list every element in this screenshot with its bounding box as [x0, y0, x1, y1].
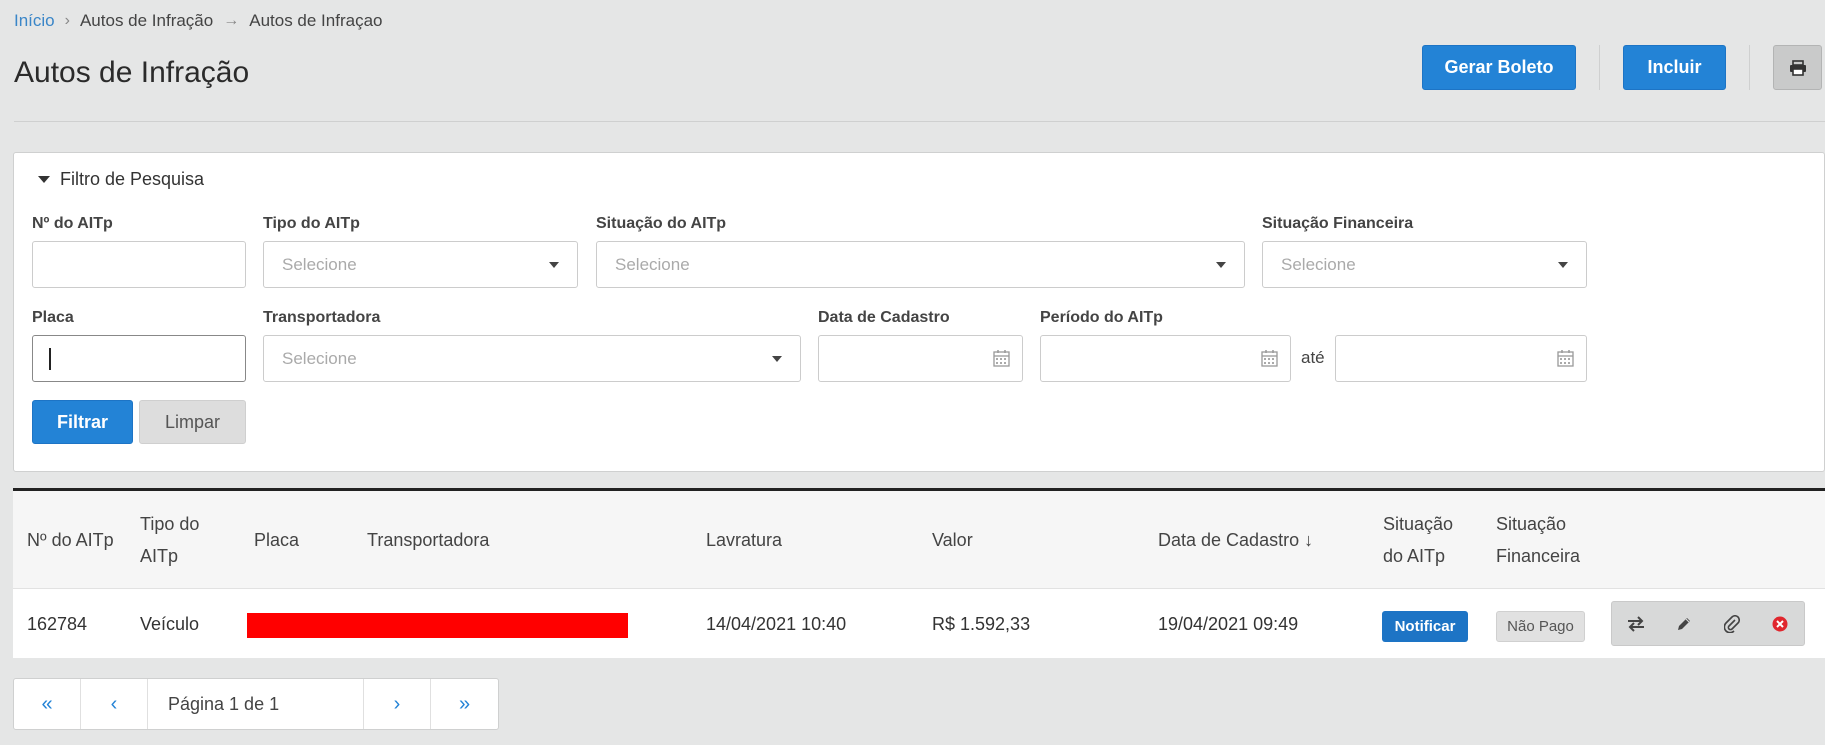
breadcrumb-level1: Autos de Infração [79, 11, 214, 30]
row-actions [1611, 601, 1805, 646]
pencil-icon [1678, 617, 1690, 630]
notificar-button[interactable]: Notificar [1382, 611, 1468, 642]
caret-down-icon [38, 176, 50, 183]
n-aitp-input[interactable] [32, 241, 246, 288]
breadcrumb-level2: Autos de Infraçao [249, 11, 383, 30]
status-badge: Não Pago [1496, 611, 1585, 642]
cell-lavratura: 14/04/2021 10:40 [706, 614, 847, 634]
prev-page-button[interactable]: ‹ [81, 679, 148, 729]
cell-data-cadastro: 19/04/2021 09:49 [1158, 614, 1299, 634]
tipo-aitp-label: Tipo do AITp [263, 215, 360, 232]
tipo-aitp-placeholder: Selecione [282, 254, 357, 274]
toolbar-divider [1749, 45, 1750, 90]
cell-n-aitp: 162784 [27, 614, 88, 634]
breadcrumb: Início › Autos de Infração → Autos de In… [14, 11, 383, 31]
last-page-button[interactable]: » [431, 679, 498, 729]
calendar-icon [1261, 350, 1278, 367]
col-situacao-line1[interactable]: Situação [1383, 508, 1453, 540]
situacao-aitp-placeholder: Selecione [615, 254, 690, 274]
col-placa[interactable]: Placa [254, 524, 299, 556]
arrow-right-icon: → [223, 12, 240, 29]
limpar-button[interactable]: Limpar [139, 400, 246, 444]
caret-down-icon [549, 262, 559, 268]
filter-title: Filtro de Pesquisa [60, 169, 205, 189]
calendar-icon [1557, 350, 1574, 367]
next-page-button[interactable]: › [364, 679, 431, 729]
data-cadastro-input[interactable] [818, 335, 1023, 382]
col-tipo-line1[interactable]: Tipo do [140, 508, 199, 540]
col-tipo-line2[interactable]: AITp [140, 540, 178, 572]
tipo-aitp-select[interactable]: Selecione [263, 241, 578, 288]
filtrar-button[interactable]: Filtrar [32, 400, 133, 444]
filter-panel: Filtro de Pesquisa Nº do AITp Tipo do AI… [13, 152, 1825, 472]
incluir-button[interactable]: Incluir [1623, 45, 1726, 90]
situacao-financeira-placeholder: Selecione [1281, 254, 1356, 274]
results-table: Nº do AITp Tipo do AITp Placa Transporta… [13, 488, 1825, 658]
caret-down-icon [772, 356, 782, 362]
page-indicator: Página 1 de 1 [148, 679, 364, 729]
printer-icon [1789, 59, 1806, 76]
col-financeira-line1[interactable]: Situação [1496, 508, 1566, 540]
text-cursor [49, 348, 51, 370]
col-lavratura[interactable]: Lavratura [706, 524, 782, 556]
table-header-row: Nº do AITp Tipo do AITp Placa Transporta… [13, 491, 1825, 589]
filter-toggle[interactable]: Filtro de Pesquisa [38, 169, 204, 190]
delete-button[interactable] [1756, 602, 1804, 645]
first-page-button[interactable]: « [14, 679, 81, 729]
situacao-aitp-label: Situação do AITp [596, 215, 727, 232]
col-situacao-line2[interactable]: do AITp [1383, 540, 1445, 572]
n-aitp-label: Nº do AITp [32, 215, 113, 232]
edit-button[interactable] [1660, 602, 1708, 645]
col-n-aitp[interactable]: Nº do AITp [27, 524, 114, 556]
transportadora-placeholder: Selecione [282, 348, 357, 368]
print-button[interactable] [1773, 45, 1822, 90]
caret-down-icon [1216, 262, 1226, 268]
transportadora-select[interactable]: Selecione [263, 335, 801, 382]
ate-label: até [1301, 348, 1325, 367]
situacao-financeira-label: Situação Financeira [1262, 215, 1414, 232]
data-cadastro-label: Data de Cadastro [818, 309, 950, 326]
close-circle-icon [1772, 616, 1788, 631]
transportadora-label: Transportadora [263, 309, 381, 326]
placa-input[interactable] [32, 335, 246, 382]
situacao-aitp-select[interactable]: Selecione [596, 241, 1245, 288]
paperclip-icon [1724, 614, 1740, 633]
col-transportadora[interactable]: Transportadora [367, 524, 489, 556]
chevron-right-icon: › [64, 12, 70, 29]
placa-label: Placa [32, 309, 74, 326]
col-valor[interactable]: Valor [932, 524, 973, 556]
page-title: Autos de Infração [14, 56, 250, 89]
attach-button[interactable] [1708, 602, 1756, 645]
redacted-placa-transportadora [247, 613, 628, 638]
periodo-aitp-label: Período do AITp [1040, 309, 1163, 326]
gerar-boleto-button[interactable]: Gerar Boleto [1422, 45, 1576, 90]
periodo-inicio-input[interactable] [1040, 335, 1291, 382]
toolbar-divider [1599, 45, 1600, 90]
transfer-button[interactable] [1612, 602, 1660, 645]
col-data-cadastro[interactable]: Data de Cadastro ↓ [1158, 524, 1313, 556]
col-financeira-line2[interactable]: Financeira [1496, 540, 1580, 572]
calendar-icon [993, 350, 1010, 367]
breadcrumb-home-link[interactable]: Início [14, 11, 55, 31]
periodo-fim-input[interactable] [1335, 335, 1587, 382]
pagination: « ‹ Página 1 de 1 › » [13, 678, 499, 730]
situacao-financeira-select[interactable]: Selecione [1262, 241, 1587, 288]
exchange-icon [1628, 615, 1644, 632]
header-divider [14, 121, 1825, 122]
caret-down-icon [1558, 262, 1568, 268]
cell-valor: R$ 1.592,33 [932, 614, 1031, 634]
cell-tipo: Veículo [140, 614, 200, 634]
